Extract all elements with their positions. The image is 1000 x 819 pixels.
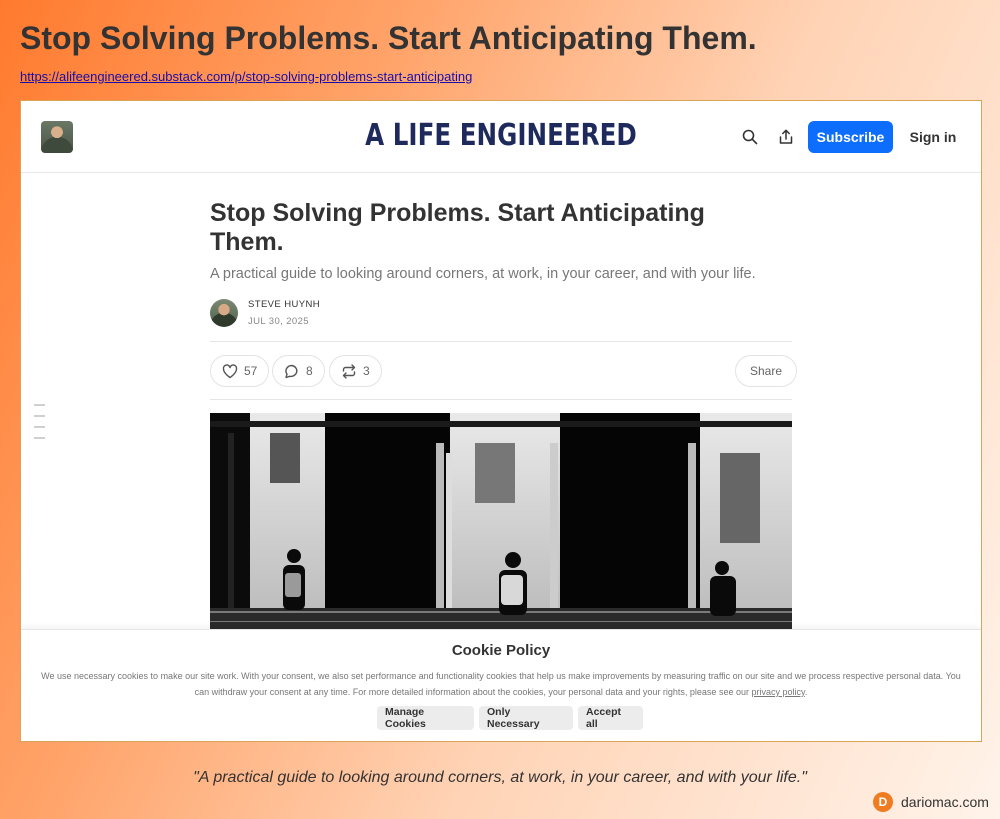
post-date: JUL 30, 2025 (248, 316, 309, 327)
share-label: Share (750, 364, 783, 378)
restack-icon (342, 363, 356, 379)
comment-count: 8 (306, 364, 313, 378)
restack-count: 3 (363, 364, 370, 378)
share-icon[interactable] (776, 127, 796, 147)
cookie-banner: Cookie Policy We use necessary cookies t… (21, 629, 981, 741)
site-header: A LIFE ENGINEERED Subscribe Sign in (21, 101, 981, 173)
share-button[interactable]: Share (735, 355, 798, 387)
table-of-contents-icon[interactable] (34, 404, 45, 448)
heart-icon (222, 363, 238, 378)
cookie-title: Cookie Policy (451, 642, 551, 659)
article-title: Stop Solving Problems. Start Anticipatin… (210, 199, 705, 256)
comment-button[interactable]: 8 (272, 355, 325, 387)
privacy-policy-link[interactable]: privacy policy (751, 687, 804, 697)
only-necessary-button[interactable]: Only Necessary (479, 706, 573, 730)
comment-icon (285, 364, 298, 378)
source-link[interactable]: https://alifeengineered.substack.com/p/s… (20, 69, 472, 84)
screenshot-frame: A LIFE ENGINEERED Subscribe Sign in Stop… (20, 100, 982, 742)
author-avatar[interactable] (210, 299, 238, 327)
divider (210, 399, 792, 400)
subscribe-button[interactable]: Subscribe (808, 121, 893, 153)
article-subtitle: A practical guide to looking around corn… (210, 266, 756, 282)
brand-logo-icon: D (873, 792, 893, 812)
cookie-text: We use necessary cookies to make our sit… (41, 671, 961, 697)
brand: D dariomac.com (873, 792, 989, 812)
caption-quote: "A practical guide to looking around cor… (193, 769, 807, 786)
like-count: 57 (244, 364, 258, 378)
publication-avatar[interactable] (41, 121, 73, 153)
hero-image (210, 413, 792, 643)
search-icon[interactable] (740, 127, 760, 147)
sign-in-button[interactable]: Sign in (905, 121, 961, 153)
like-button[interactable]: 57 (210, 355, 270, 387)
restack-button[interactable]: 3 (329, 355, 382, 387)
manage-cookies-button[interactable]: Manage Cookies (377, 706, 474, 730)
page-title: Stop Solving Problems. Start Anticipatin… (20, 20, 757, 56)
author-name[interactable]: STEVE HUYNH (248, 299, 320, 310)
brand-name: dariomac.com (901, 794, 989, 810)
divider (210, 341, 792, 342)
accept-all-button[interactable]: Accept all (578, 706, 643, 730)
